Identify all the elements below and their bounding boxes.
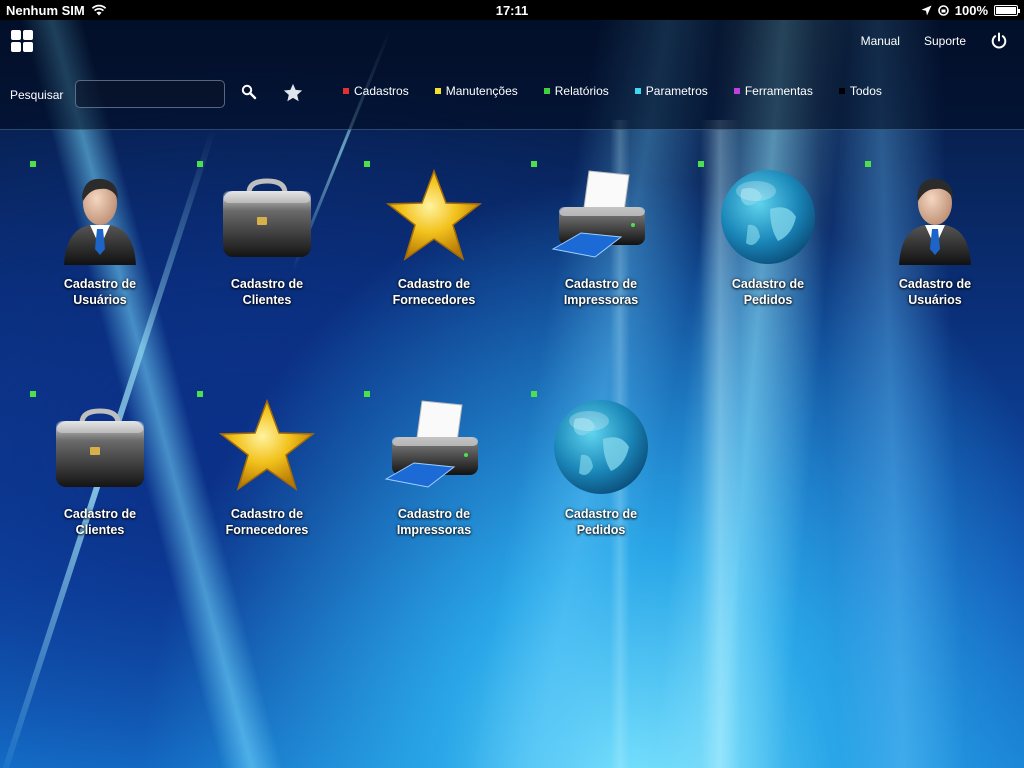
search-input[interactable] <box>75 80 225 108</box>
category-indicator <box>364 391 370 397</box>
tile-label-line1: Cadastro de <box>63 277 137 291</box>
manual-link[interactable]: Manual <box>861 34 900 48</box>
tile-label: Cadastro de Fornecedores <box>364 276 504 308</box>
carrier-label: Nenhum SIM <box>6 2 85 18</box>
tile-label-line2: Clientes <box>75 523 125 537</box>
printer-icon <box>384 397 484 497</box>
app-tile-clientes[interactable]: Cadastro de Clientes <box>197 161 337 341</box>
filter-color-dot <box>733 88 740 94</box>
filter-relatorios[interactable]: Relatórios <box>543 84 609 98</box>
app-tile-impressoras[interactable]: Cadastro de Impressoras <box>364 391 504 571</box>
filter-parametros[interactable]: Parametros <box>634 84 708 98</box>
tile-label-line1: Cadastro de <box>230 507 304 521</box>
briefcase-icon <box>50 397 150 497</box>
tile-label-line2: Fornecedores <box>392 293 476 307</box>
app-tile-fornecedores[interactable]: Cadastro de Fornecedores <box>364 161 504 341</box>
filter-label: Parametros <box>645 84 708 98</box>
tile-label-line2: Usuários <box>908 293 962 307</box>
filter-color-dot <box>434 88 441 94</box>
top-nav: Manual Suporte <box>0 20 1024 64</box>
category-indicator <box>30 161 36 167</box>
tile-label: Cadastro de Usuários <box>30 276 170 308</box>
tile-label-line2: Usuários <box>73 293 127 307</box>
tile-label-line1: Cadastro de <box>898 277 972 291</box>
power-icon[interactable] <box>990 32 1008 50</box>
filter-todos[interactable]: Todos <box>838 84 882 98</box>
tile-label-line1: Cadastro de <box>397 277 471 291</box>
wifi-icon <box>91 4 106 16</box>
category-indicator <box>865 161 871 167</box>
user-icon <box>885 167 985 267</box>
battery-icon <box>994 4 1020 16</box>
tile-label-line1: Cadastro de <box>564 507 638 521</box>
filter-color-dot <box>634 88 641 94</box>
filter-label: Manutenções <box>445 84 518 98</box>
search-bar: Pesquisar Cadastros Manutenções Relatórios… <box>0 64 1024 130</box>
filter-label: Todos <box>849 84 882 98</box>
app-tile-clientes[interactable]: Cadastro de Clientes <box>30 391 170 571</box>
search-label: Pesquisar <box>10 88 64 102</box>
app-tile-usuarios[interactable]: Cadastro de Usuários <box>865 161 1005 341</box>
tile-label-line1: Cadastro de <box>230 277 304 291</box>
app-tile-pedidos[interactable]: Cadastro de Pedidos <box>698 161 838 341</box>
tile-label: Cadastro de Impressoras <box>364 506 504 538</box>
filter-color-dot <box>543 88 550 94</box>
filter-color-dot <box>343 88 349 94</box>
favorites-star-icon[interactable] <box>282 82 304 104</box>
tile-label-line1: Cadastro de <box>397 507 471 521</box>
tile-label: Cadastro de Pedidos <box>698 276 838 308</box>
category-indicator <box>197 161 203 167</box>
app-tile-fornecedores[interactable]: Cadastro de Fornecedores <box>197 391 337 571</box>
app-tile-pedidos[interactable]: Cadastro de Pedidos <box>531 391 671 571</box>
app-tile-impressoras[interactable]: Cadastro de Impressoras <box>531 161 671 341</box>
app-tile-usuarios[interactable]: Cadastro de Usuários <box>30 161 170 341</box>
location-arrow-icon <box>921 5 932 15</box>
star-icon <box>384 167 484 267</box>
tile-label-line1: Cadastro de <box>63 507 137 521</box>
filter-label: Relatórios <box>554 84 609 98</box>
category-indicator <box>30 391 36 397</box>
briefcase-icon <box>217 167 317 267</box>
category-indicator <box>197 391 203 397</box>
suporte-link[interactable]: Suporte <box>924 34 966 48</box>
filter-bar: Cadastros Manutenções Relatórios Parametros… <box>343 84 882 98</box>
category-indicator <box>531 161 537 167</box>
filter-ferramentas[interactable]: Ferramentas <box>733 84 813 98</box>
category-indicator <box>364 161 370 167</box>
star-icon <box>217 397 317 497</box>
tile-label: Cadastro de Usuários <box>865 276 1005 308</box>
globe-icon <box>718 167 818 267</box>
category-indicator <box>531 391 537 397</box>
globe-icon <box>551 397 651 497</box>
tile-label-line1: Cadastro de <box>731 277 805 291</box>
apps-grid-icon[interactable] <box>11 30 33 52</box>
tile-label-line2: Impressoras <box>563 293 639 307</box>
filter-label: Ferramentas <box>744 84 813 98</box>
rotation-lock-icon <box>937 4 949 16</box>
printer-icon <box>551 167 651 267</box>
tile-label-line2: Clientes <box>242 293 292 307</box>
tile-label: Cadastro de Clientes <box>30 506 170 538</box>
tile-label-line2: Impressoras <box>396 523 472 537</box>
filter-label: Cadastros <box>354 84 409 98</box>
category-indicator <box>698 161 704 167</box>
tile-label: Cadastro de Clientes <box>197 276 337 308</box>
tile-label-line2: Fornecedores <box>225 523 309 537</box>
user-icon <box>50 167 150 267</box>
filter-manutencoes[interactable]: Manutenções <box>434 84 518 98</box>
tile-label-line2: Pedidos <box>743 293 793 307</box>
tile-label-line2: Pedidos <box>576 523 626 537</box>
tile-label: Cadastro de Impressoras <box>531 276 671 308</box>
tile-label-line1: Cadastro de <box>564 277 638 291</box>
clock: 17:11 <box>495 2 529 18</box>
tile-label: Cadastro de Fornecedores <box>197 506 337 538</box>
battery-percent: 100% <box>954 2 988 18</box>
filter-cadastros[interactable]: Cadastros <box>343 84 409 98</box>
search-icon[interactable] <box>241 84 257 100</box>
filter-color-dot <box>838 88 845 94</box>
tile-label: Cadastro de Pedidos <box>531 506 671 538</box>
status-bar: Nenhum SIM 17:11 100% <box>0 0 1024 20</box>
